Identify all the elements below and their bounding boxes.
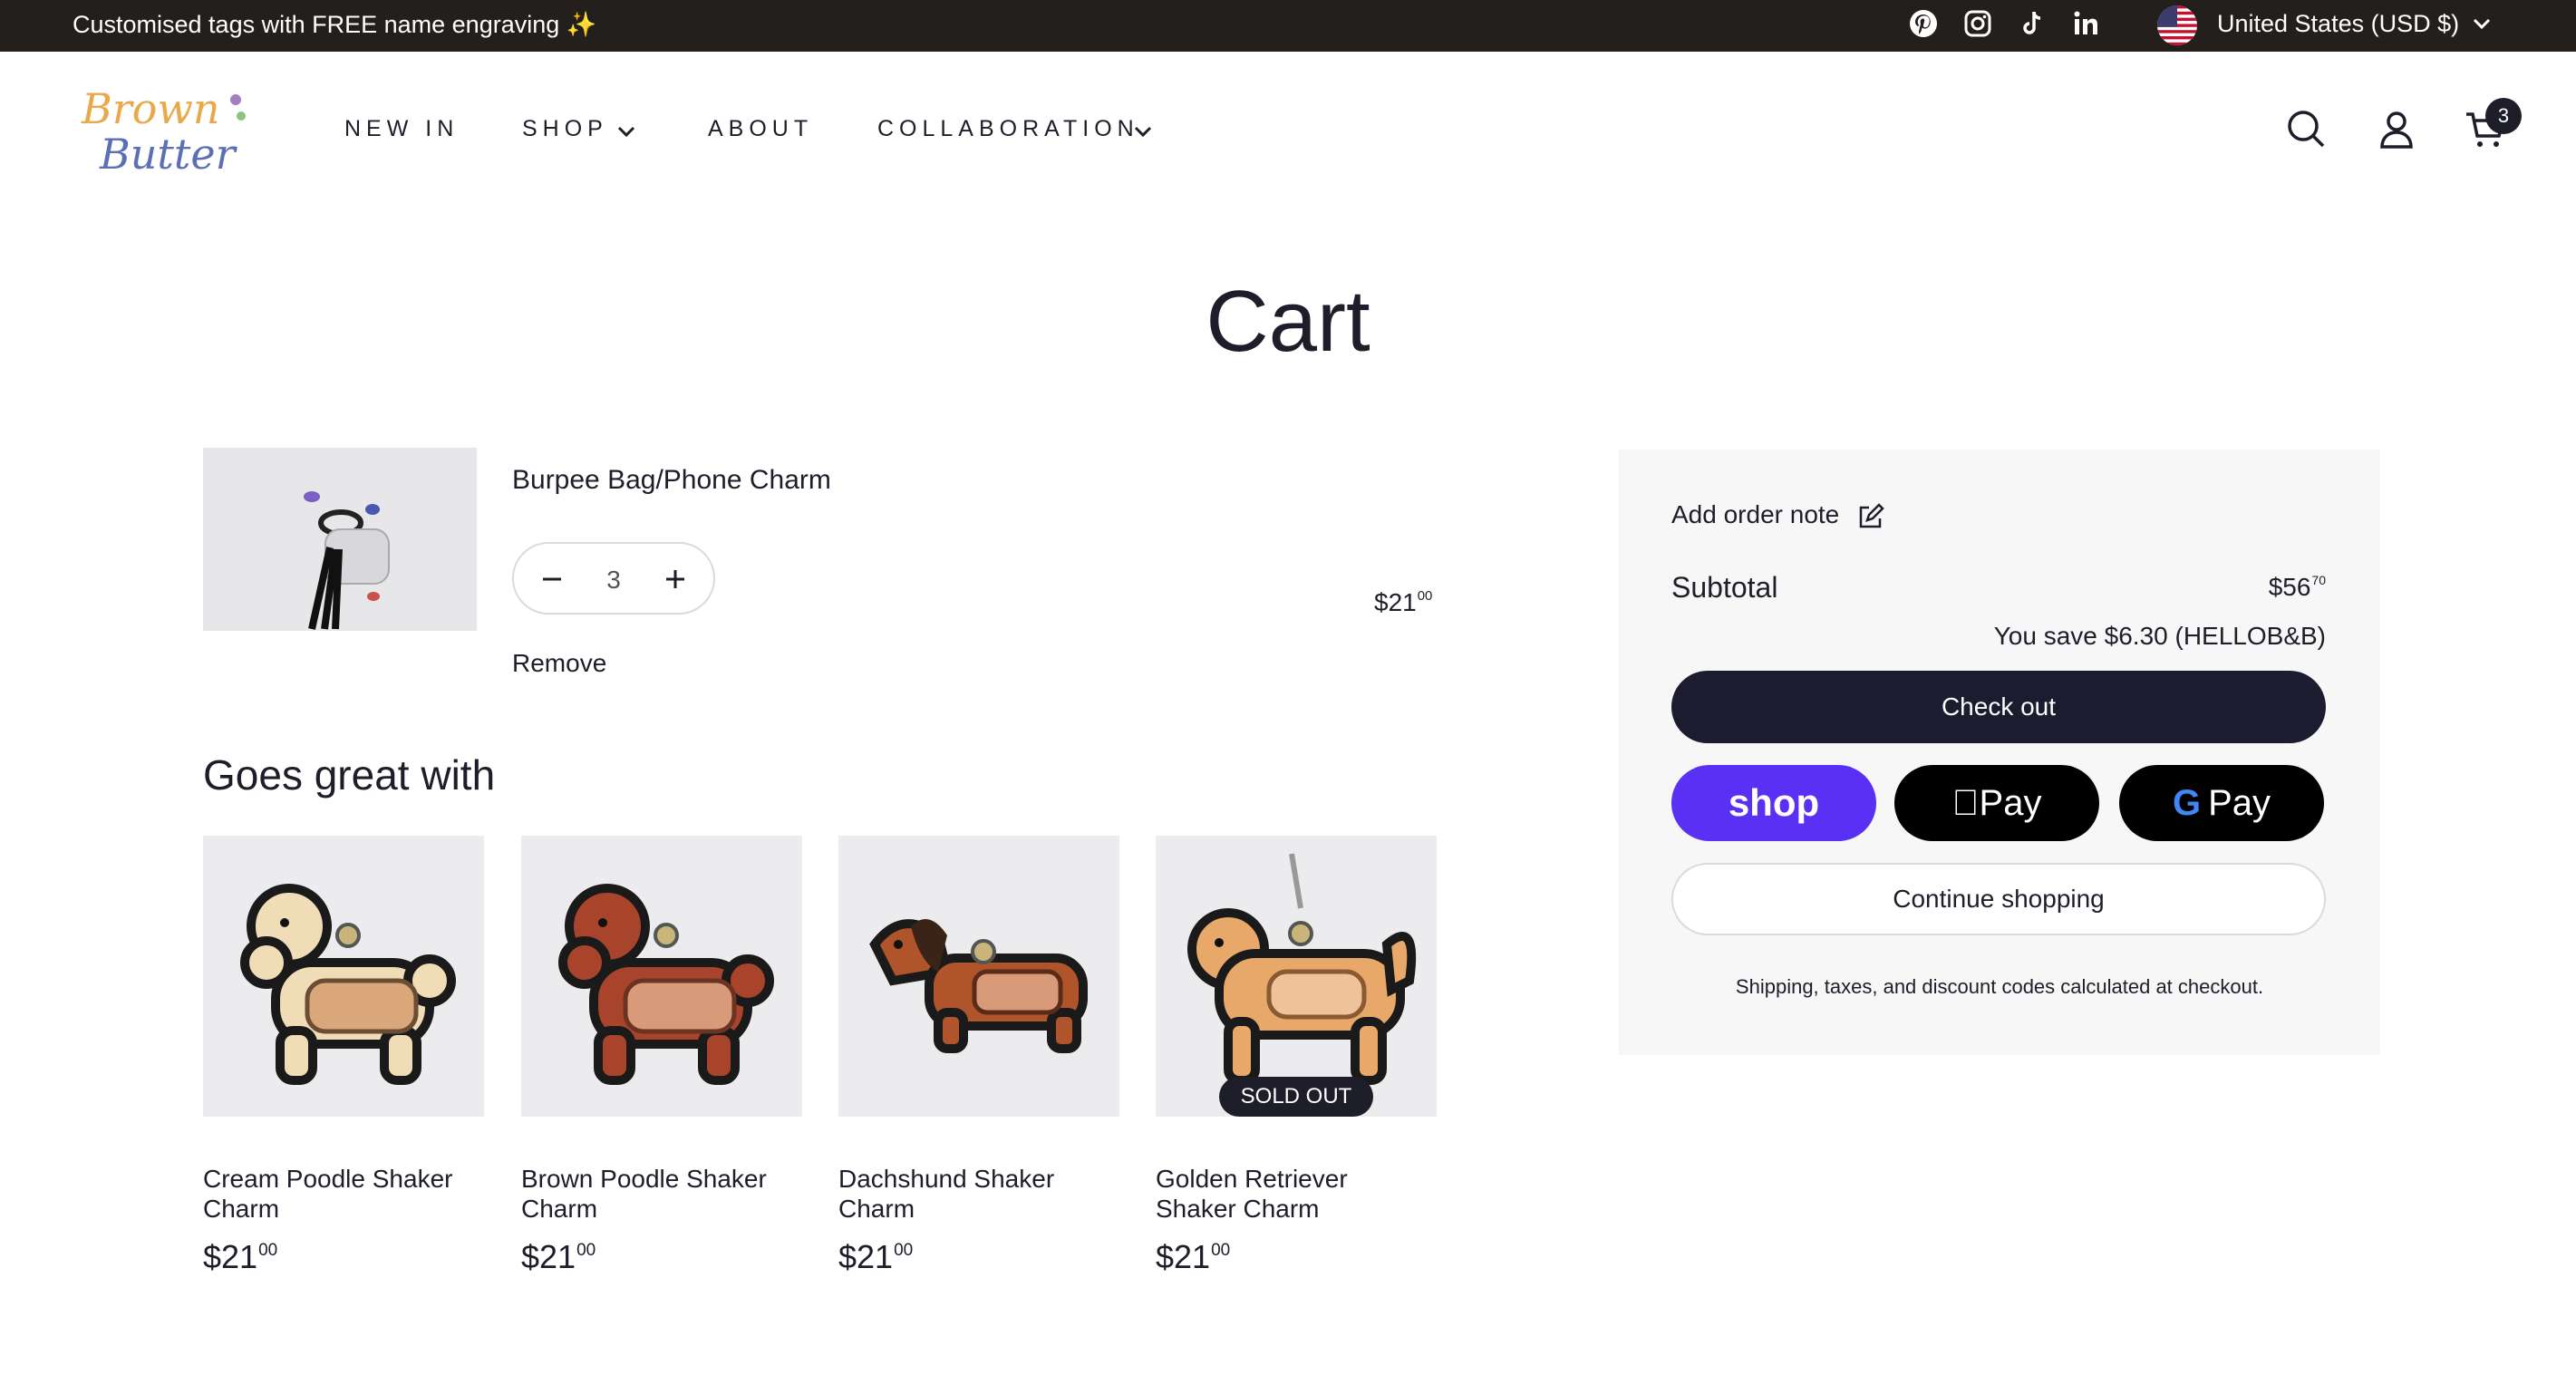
price-cents: 00 <box>576 1241 596 1260</box>
product-name[interactable]: Dachshund Shaker Charm <box>838 1164 1110 1224</box>
search-icon[interactable] <box>2284 107 2328 150</box>
nav-about[interactable]: ABOUT <box>708 116 813 142</box>
chevron-down-icon[interactable] <box>615 120 638 143</box>
price-main: $21 <box>1156 1238 1211 1275</box>
cart-item-title[interactable]: Burpee Bag/Phone Charm <box>512 465 831 496</box>
product-price: $2100 <box>1156 1238 1437 1276</box>
product-card[interactable]: Cream Poodle Shaker Charm $2100 <box>203 836 484 1276</box>
savings-text: You save $6.30 (HELLOB&B) <box>1993 622 2326 650</box>
recommendations-title: Goes great with <box>203 751 496 799</box>
shop-pay-button[interactable]: shop <box>1671 765 1876 841</box>
price-main: $21 <box>203 1238 258 1275</box>
page-title: Cart <box>1206 273 1370 370</box>
currency-selector[interactable]: United States (USD $) <box>2217 10 2459 38</box>
product-image[interactable] <box>521 836 802 1117</box>
product-card[interactable]: Brown Poodle Shaker Charm $2100 <box>521 836 802 1276</box>
shipping-note: Shipping, taxes, and discount codes calc… <box>1735 975 2264 998</box>
plus-icon[interactable] <box>657 561 693 597</box>
cart-item-price: $2100 <box>1374 588 1432 617</box>
apple-pay-button[interactable]: Pay <box>1894 765 2099 841</box>
price-main: $21 <box>1374 588 1417 616</box>
remove-button[interactable]: Remove <box>512 649 606 678</box>
tiktok-icon[interactable] <box>2016 7 2052 44</box>
product-name[interactable]: Cream Poodle Shaker Charm <box>203 1164 475 1224</box>
product-image[interactable] <box>838 836 1119 1117</box>
linkedin-icon[interactable] <box>2070 7 2106 44</box>
price-main: $21 <box>521 1238 576 1275</box>
pinterest-icon[interactable] <box>1907 7 1943 44</box>
product-image[interactable]: SOLD OUT <box>1156 836 1437 1117</box>
us-flag-icon[interactable] <box>2157 5 2197 45</box>
announcement-bar: Customised tags with FREE name engraving… <box>0 0 2576 52</box>
subtotal-value: $5670 <box>2269 573 2326 602</box>
chevron-down-icon[interactable] <box>2469 11 2494 36</box>
nav-shop[interactable]: SHOP <box>522 116 608 142</box>
apple-pay-label: Pay <box>1965 783 2042 823</box>
quantity-stepper: 3 <box>512 542 715 615</box>
google-pay-button[interactable]: G Pay <box>2119 765 2324 841</box>
order-summary: Add order note Subtotal $5670 You save $… <box>1619 450 2380 1055</box>
brand-logo[interactable]: Brown Butter <box>73 80 254 179</box>
logo-text-butter: Butter <box>99 130 238 179</box>
google-g-icon: G <box>2172 783 2202 823</box>
account-icon[interactable] <box>2375 107 2418 150</box>
apple-icon:  <box>1952 783 1980 823</box>
google-pay-label: Pay <box>2208 783 2271 823</box>
chevron-down-icon[interactable] <box>1131 120 1155 143</box>
checkout-button[interactable]: Check out <box>1671 671 2326 743</box>
announcement-message: Customised tags with FREE name engraving… <box>73 11 597 38</box>
product-price: $2100 <box>203 1238 484 1276</box>
product-price: $2100 <box>838 1238 1119 1276</box>
nav-collaboration[interactable]: COLLABORATION <box>877 116 1139 142</box>
edit-icon[interactable] <box>1856 502 1885 531</box>
subtotal-label: Subtotal <box>1671 571 1778 604</box>
instagram-icon[interactable] <box>1961 7 1998 44</box>
price-cents: 00 <box>1211 1241 1231 1260</box>
product-card[interactable]: Dachshund Shaker Charm $2100 <box>838 836 1119 1276</box>
logo-text-brown: Brown <box>81 84 220 133</box>
price-cents: 00 <box>1417 588 1433 604</box>
product-name[interactable]: Brown Poodle Shaker Charm <box>521 1164 793 1224</box>
product-image[interactable] <box>203 836 484 1117</box>
product-card[interactable]: SOLD OUT Golden Retriever Shaker Charm $… <box>1156 836 1437 1276</box>
cart-count-badge: 3 <box>2485 98 2522 134</box>
price-cents: 00 <box>258 1241 278 1260</box>
price-main: $21 <box>838 1238 894 1275</box>
price-cents: 00 <box>894 1241 914 1260</box>
price-cents: 70 <box>2311 573 2326 587</box>
cart-item-image[interactable] <box>203 448 477 631</box>
add-order-note-button[interactable]: Add order note <box>1671 500 1839 529</box>
sold-out-badge: SOLD OUT <box>1219 1077 1373 1117</box>
continue-shopping-button[interactable]: Continue shopping <box>1671 863 2326 935</box>
price-main: $56 <box>2268 573 2311 601</box>
product-price: $2100 <box>521 1238 802 1276</box>
nav-new-in[interactable]: NEW IN <box>344 116 459 142</box>
product-name[interactable]: Golden Retriever Shaker Charm <box>1156 1164 1428 1224</box>
